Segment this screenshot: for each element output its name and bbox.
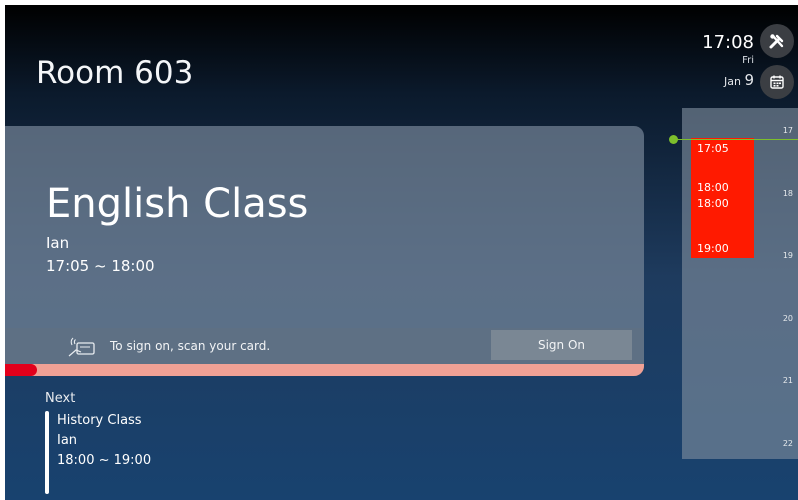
current-day-number: 9 (744, 71, 754, 89)
next-event-title: History Class (57, 413, 142, 428)
hour-label-21: 21 (782, 376, 793, 385)
current-date: Jan 9 (724, 71, 754, 89)
current-time-dot (669, 135, 678, 144)
current-event-card: English Class Ian 17:05 ~ 18:00 To sign … (5, 126, 644, 376)
hour-label-22: 22 (782, 439, 793, 448)
next-event-marker (45, 411, 49, 494)
event-title: English Class (46, 181, 309, 227)
sign-on-button[interactable]: Sign On (491, 330, 632, 360)
event-time-range: 17:05 ~ 18:00 (46, 257, 155, 275)
card-scan-icon (68, 337, 95, 357)
block-next-end-time: 19:00 (697, 242, 729, 255)
event-organizer: Ian (46, 234, 70, 252)
block-start-time: 17:05 (697, 142, 729, 155)
tools-icon (769, 34, 784, 49)
room-display-screen: Room 603 17:08 Fri Jan 9 English Class I… (5, 5, 798, 500)
block-end-time: 18:00 (697, 181, 729, 194)
timeline-event-block[interactable]: 17:05 18:00 18:00 19:00 (691, 138, 754, 258)
sign-on-prompt: To sign on, scan your card. (110, 339, 271, 353)
calendar-icon (770, 75, 784, 89)
current-time: 17:08 (702, 32, 754, 53)
current-time-line (677, 139, 798, 140)
sign-on-bar: To sign on, scan your card. Sign On (5, 328, 644, 364)
next-section-label: Next (45, 391, 76, 406)
hour-label-18: 18 (782, 189, 793, 198)
hour-label-20: 20 (782, 314, 793, 323)
block-next-start-time: 18:00 (697, 197, 729, 210)
hour-label-19: 19 (782, 251, 793, 260)
event-progress-bar (5, 364, 644, 376)
day-timeline: 17 18 19 20 21 22 17:05 18:00 18:00 19:0… (682, 108, 798, 459)
current-month: Jan (723, 75, 741, 88)
hour-label-17: 17 (782, 126, 793, 135)
tools-button[interactable] (760, 24, 794, 58)
next-event-organizer: Ian (57, 433, 78, 448)
calendar-button[interactable] (760, 65, 794, 99)
event-progress-fill (5, 364, 37, 376)
current-day: Fri (742, 55, 754, 66)
room-name: Room 603 (36, 55, 194, 91)
next-event-time-range: 18:00 ~ 19:00 (57, 453, 152, 468)
